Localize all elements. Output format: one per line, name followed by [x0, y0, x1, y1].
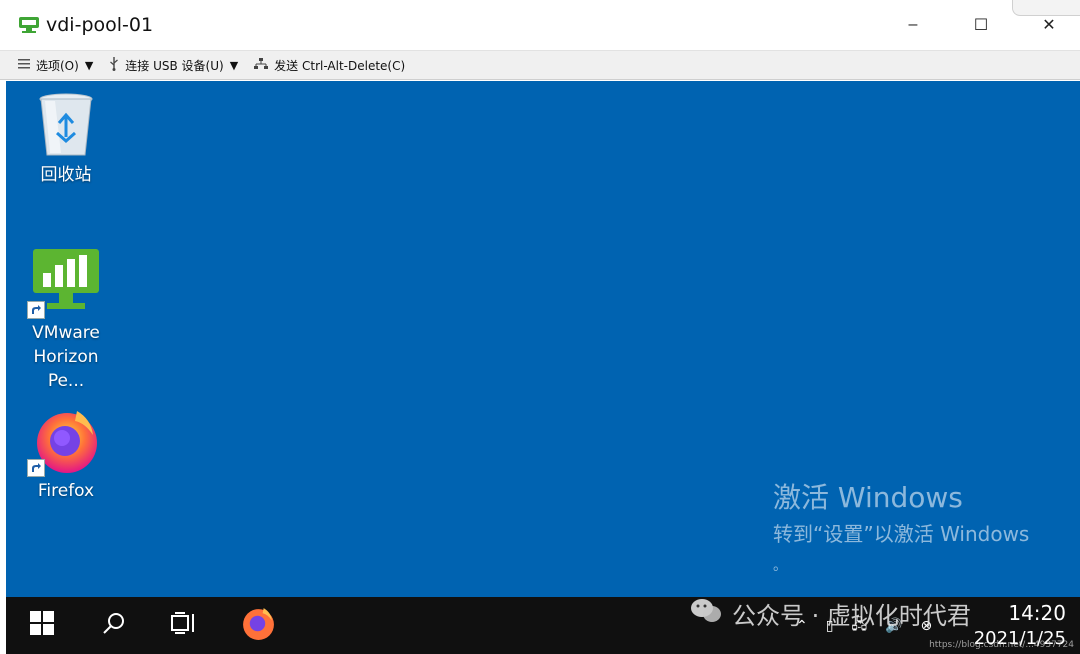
- maximize-icon: ☐: [973, 17, 989, 34]
- horizon-client-icon: [18, 16, 40, 34]
- firefox-label: Firefox: [37, 481, 95, 501]
- vmware-label-line1: VMware: [32, 323, 100, 343]
- usb-label: 连接 USB 设备(U): [125, 58, 224, 73]
- desktop-icon-firefox[interactable]: Firefox: [14, 405, 118, 503]
- horizon-toolbar: 选项(O) ▼ 连接 USB 设备(U) ▼ 发送 Ctrl-Alt-Delet…: [0, 50, 1080, 80]
- shortcut-arrow-icon: [27, 301, 45, 319]
- windows-start-icon: [30, 611, 54, 640]
- options-label: 选项(O): [36, 58, 79, 73]
- usb-icon: [109, 56, 119, 74]
- recycle-bin-icon: [31, 89, 101, 159]
- clock-time: 14:20: [1008, 601, 1066, 625]
- corner-tab: [1012, 0, 1080, 16]
- vmware-horizon-icon: [27, 247, 101, 319]
- search-button[interactable]: [88, 597, 140, 654]
- start-button[interactable]: [16, 597, 68, 654]
- cad-label: 发送 Ctrl-Alt-Delete(C): [274, 58, 406, 73]
- caret-down-icon: ▼: [84, 58, 94, 72]
- activate-line2: 转到“设置”以激活 Windows: [773, 522, 1030, 546]
- watermark-url: https://blog.csdn.net/...4937724: [929, 640, 1074, 650]
- remote-desktop[interactable]: 回收站 VMware Horizon Pe... Firefox 激活 Wind…: [6, 81, 1080, 597]
- caret-down-icon: ▼: [229, 58, 239, 72]
- activate-line3: 。: [773, 558, 787, 574]
- maximize-button[interactable]: ☐: [958, 0, 1004, 50]
- menu-icon: [18, 58, 30, 72]
- usb-menu[interactable]: 连接 USB 设备(U) ▼: [109, 56, 239, 74]
- task-view-icon: [171, 612, 197, 639]
- task-view-button[interactable]: [158, 597, 210, 654]
- desktop-icon-recycle-bin[interactable]: 回收站: [14, 89, 118, 187]
- watermark-text: 公众号 · 虚拟化时代君: [732, 602, 971, 630]
- title-bar[interactable]: vdi-pool-01 – ☐ ✕: [0, 0, 1080, 50]
- wechat-icon: [690, 597, 722, 631]
- shortcut-arrow-icon: [27, 459, 45, 477]
- taskbar-firefox[interactable]: [232, 597, 284, 654]
- activate-windows-notice: 激活 Windows 转到“设置”以激活 Windows 。: [773, 481, 1029, 577]
- vmware-label-line2: Horizon Pe...: [33, 347, 99, 391]
- recycle-bin-label: 回收站: [40, 165, 92, 185]
- options-menu[interactable]: 选项(O) ▼: [18, 57, 93, 74]
- watermark: 公众号 · 虚拟化时代君: [690, 596, 971, 631]
- minimize-button[interactable]: –: [890, 0, 936, 50]
- search-icon: [102, 611, 126, 640]
- desktop-icon-vmware-horizon[interactable]: VMware Horizon Pe...: [14, 247, 118, 393]
- network-icon: [254, 57, 269, 73]
- activate-title: 激活 Windows: [773, 481, 963, 514]
- send-cad-button[interactable]: 发送 Ctrl-Alt-Delete(C): [254, 57, 405, 74]
- firefox-icon: [240, 605, 276, 646]
- window-title: vdi-pool-01: [46, 14, 154, 36]
- close-icon: ✕: [1042, 17, 1056, 34]
- minimize-icon: –: [908, 16, 918, 33]
- firefox-icon: [27, 405, 101, 477]
- vdi-window: vdi-pool-01 – ☐ ✕ 选项(O) ▼ 连接 USB 设备(U) ▼: [0, 0, 1080, 654]
